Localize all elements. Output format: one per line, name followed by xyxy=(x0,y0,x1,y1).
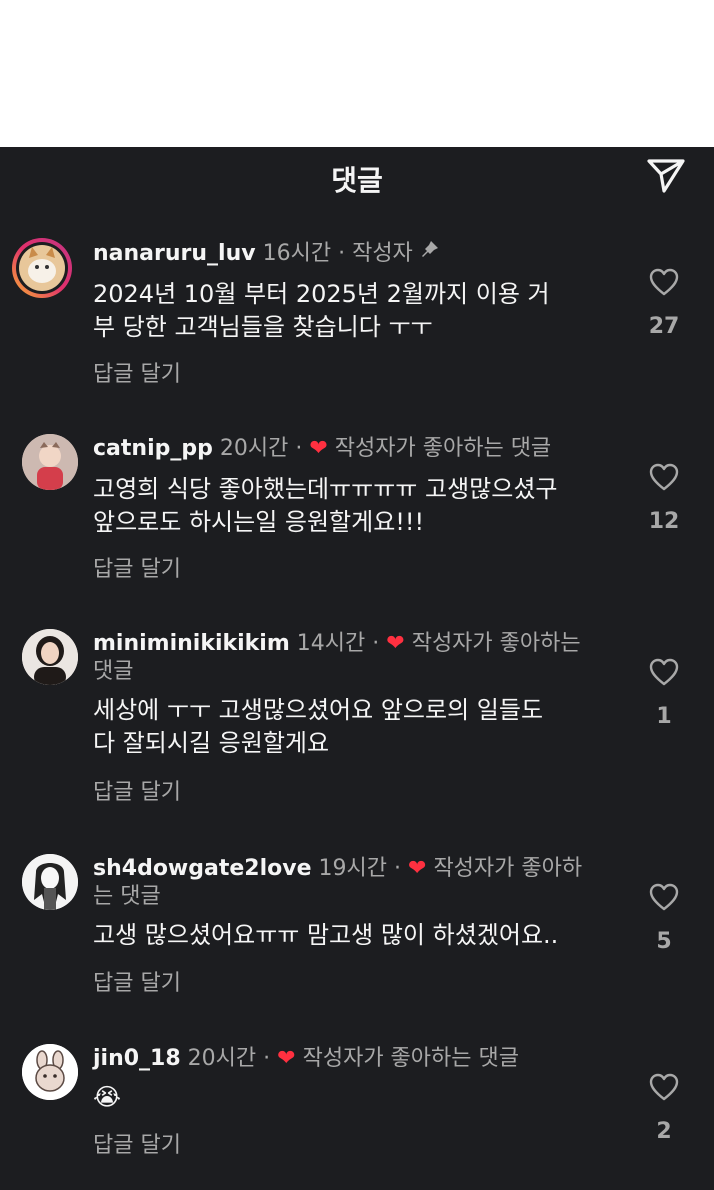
heart-outline-icon[interactable] xyxy=(649,1073,679,1105)
like-control: 1 xyxy=(640,658,688,729)
username[interactable]: catnip_pp xyxy=(93,436,213,461)
like-count: 12 xyxy=(648,509,680,534)
comment-line: 부 당한 고객님들을 찾습니다 ㅜㅜ xyxy=(93,313,433,341)
paper-plane-icon[interactable] xyxy=(646,157,686,195)
separator: · xyxy=(263,1046,271,1071)
sheet-title: 댓글 xyxy=(331,164,383,197)
username[interactable]: sh4dowgate2love xyxy=(93,856,312,881)
heart-outline-icon[interactable] xyxy=(649,463,679,495)
separator: · xyxy=(372,631,380,656)
comment-time: 20시간 xyxy=(187,1046,257,1071)
comment-time: 20시간 xyxy=(219,436,289,461)
reply-button[interactable]: 답글 달기 xyxy=(93,965,181,997)
comments-sheet: 댓글 nanaruru_luv 16시간 · 작성자 2024년 10월 부터 … xyxy=(0,147,714,1190)
comment-line: 다 잘되시길 응원할게요 xyxy=(93,729,330,757)
comment-line: 2024년 10월 부터 2025년 2월까지 이용 거 xyxy=(93,280,550,308)
avatar[interactable] xyxy=(22,434,78,490)
heart-filled-icon: ❤ xyxy=(277,1046,296,1071)
reply-button[interactable]: 답글 달기 xyxy=(93,774,181,806)
comment-meta: sh4dowgate2love 19시간 · ❤ 작성자가 좋아하 는 댓글 xyxy=(93,855,594,911)
reply-button[interactable]: 답글 달기 xyxy=(93,356,181,388)
avatar[interactable] xyxy=(22,629,78,685)
comment-text: 😭 xyxy=(93,1081,602,1114)
like-control: 2 xyxy=(640,1073,688,1144)
reply-button[interactable]: 답글 달기 xyxy=(93,1127,181,1159)
comment-meta: miniminikikikim 14시간 · ❤ 작성자가 좋아하는 댓글 xyxy=(93,630,594,686)
top-blank-area xyxy=(0,0,714,147)
like-count: 1 xyxy=(656,704,672,729)
comment-time: 16시간 xyxy=(262,241,332,266)
reply-button[interactable]: 답글 달기 xyxy=(93,551,181,583)
avatar[interactable] xyxy=(22,1044,78,1100)
comment-line: 세상에 ㅜㅜ 고생많으셨어요 앞으로의 일들도 xyxy=(93,696,544,724)
liked-by-author-label: 작성자가 좋아하는 xyxy=(411,631,581,656)
comments-header: 댓글 xyxy=(0,147,714,205)
heart-filled-icon: ❤ xyxy=(309,436,328,461)
avatar[interactable] xyxy=(22,854,78,910)
like-control: 27 xyxy=(640,268,688,339)
comment-text: 고생 많으셨어요ㅠㅠ 맘고생 많이 하셨겠어요.. xyxy=(93,919,614,952)
username[interactable]: jin0_18 xyxy=(93,1046,181,1071)
comment-line: 앞으로도 하시는일 응원할게요!!! xyxy=(93,508,425,536)
like-control: 12 xyxy=(640,463,688,534)
liked-by-author-label: 작성자가 좋아하는 댓글 xyxy=(302,1046,519,1071)
heart-filled-icon: ❤ xyxy=(386,631,405,656)
comment-time: 19시간 xyxy=(318,856,387,881)
comment-text: 2024년 10월 부터 2025년 2월까지 이용 거 부 당한 고객님들을 … xyxy=(93,278,602,344)
comment-text: 세상에 ㅜㅜ 고생많으셨어요 앞으로의 일들도 다 잘되시길 응원할게요 xyxy=(93,694,602,760)
comment-line: 고영희 식당 좋아했는데ㅠㅠㅠㅠ 고생많으셨구 xyxy=(93,475,558,503)
username[interactable]: miniminikikikim xyxy=(93,631,290,656)
heart-outline-icon[interactable] xyxy=(649,268,679,300)
comment-meta: nanaruru_luv 16시간 · 작성자 xyxy=(93,240,594,268)
separator: · xyxy=(295,436,303,461)
like-count: 2 xyxy=(656,1119,672,1144)
liked-by-author-label: 작성자가 좋아하는 댓글 xyxy=(334,436,552,461)
heart-outline-icon[interactable] xyxy=(649,658,679,690)
heart-filled-icon: ❤ xyxy=(408,856,427,881)
comment-meta: catnip_pp 20시간 · ❤ 작성자가 좋아하는 댓글 xyxy=(93,435,594,463)
separator: · xyxy=(394,856,401,881)
liked-by-author-label: 작성자가 좋아하 xyxy=(433,856,583,881)
comment-text: 고영희 식당 좋아했는데ㅠㅠㅠㅠ 고생많으셨구 앞으로도 하시는일 응원할게요!… xyxy=(93,473,602,539)
liked-by-author-label-cont: 댓글 xyxy=(93,659,134,684)
like-control: 5 xyxy=(640,883,688,954)
username[interactable]: nanaruru_luv xyxy=(93,241,256,266)
comment-line: 고생 많으셨어요ㅠㅠ 맘고생 많이 하셨겠어요.. xyxy=(93,921,559,949)
liked-by-author-label-cont: 는 댓글 xyxy=(93,884,161,909)
like-count: 5 xyxy=(656,929,672,954)
comment-time: 14시간 xyxy=(296,631,366,656)
like-count: 27 xyxy=(648,314,680,339)
pin-icon xyxy=(420,240,440,268)
author-badge: 작성자 xyxy=(352,241,413,266)
comment-meta: jin0_18 20시간 · ❤ 작성자가 좋아하는 댓글 xyxy=(93,1045,594,1073)
avatar[interactable] xyxy=(12,238,72,298)
comment-line: 😭 xyxy=(93,1083,122,1111)
heart-outline-icon[interactable] xyxy=(649,883,679,915)
separator: · xyxy=(338,241,346,266)
